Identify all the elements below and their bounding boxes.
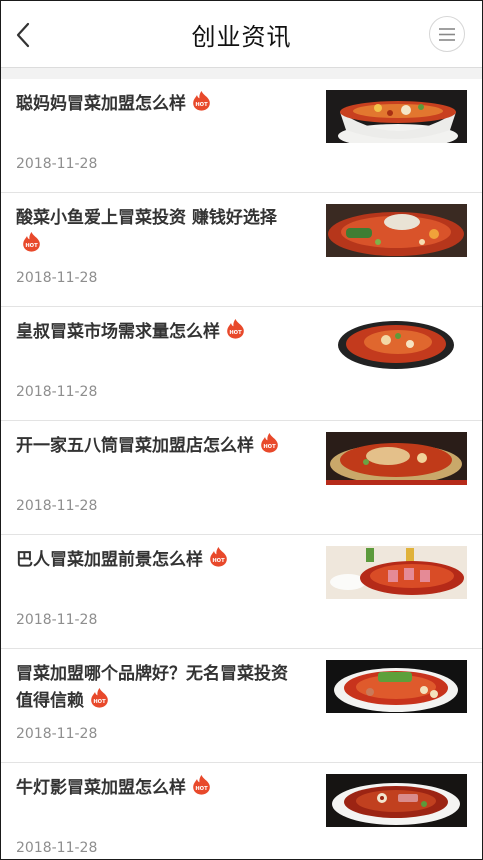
article-title: 聪妈妈冒菜加盟怎么样 — [16, 94, 186, 114]
article-thumbnail — [326, 90, 467, 143]
article-date: 2018-11-28 — [16, 612, 98, 628]
article-title: 开一家五八筒冒菜加盟店怎么样 — [16, 436, 254, 456]
article-date: 2018-11-28 — [16, 840, 98, 856]
page-title: 创业资讯 — [191, 23, 292, 51]
article-item[interactable]: 巴人冒菜加盟前景怎么样 HOT 2018-11-28 — [1, 535, 482, 649]
article-item[interactable]: 牛灯影冒菜加盟怎么样 HOT 2018-11-28 — [1, 763, 482, 859]
hot-icon: HOT — [193, 91, 210, 111]
article-title: 冒菜加盟哪个品牌好？无名冒菜投资值得信赖 — [16, 664, 288, 711]
article-date: 2018-11-28 — [16, 384, 98, 400]
article-title-row: 冒菜加盟哪个品牌好？无名冒菜投资值得信赖 HOT — [16, 661, 296, 715]
article-title: 巴人冒菜加盟前景怎么样 — [16, 550, 203, 570]
article-thumbnail — [326, 546, 467, 599]
svg-text:HOT: HOT — [93, 699, 106, 705]
svg-text:HOT: HOT — [25, 243, 38, 249]
hot-icon: HOT — [193, 775, 210, 795]
article-title: 酸菜小鱼爱上冒菜投资 赚钱好选择 — [16, 208, 277, 228]
article-title-row: 开一家五八筒冒菜加盟店怎么样 HOT — [16, 433, 296, 460]
article-date: 2018-11-28 — [16, 270, 98, 286]
article-item[interactable]: 开一家五八筒冒菜加盟店怎么样 HOT 2018-11-28 — [1, 421, 482, 535]
svg-text:HOT: HOT — [195, 786, 208, 792]
article-item[interactable]: 冒菜加盟哪个品牌好？无名冒菜投资值得信赖 HOT 2018-11-28 — [1, 649, 482, 763]
article-thumbnail — [326, 660, 467, 713]
hot-icon: HOT — [227, 319, 244, 339]
header-separator — [1, 68, 482, 79]
article-title-row: 牛灯影冒菜加盟怎么样 HOT — [16, 775, 296, 802]
hot-icon: HOT — [91, 688, 108, 708]
menu-button[interactable] — [429, 16, 465, 52]
hot-icon: HOT — [261, 433, 278, 453]
svg-text:HOT: HOT — [229, 330, 242, 336]
svg-text:HOT: HOT — [212, 558, 225, 564]
article-title-row: 酸菜小鱼爱上冒菜投资 赚钱好选择 HOT — [16, 205, 296, 259]
app-frame: 创业资讯 聪妈妈冒菜加盟怎么样 HOT 2018-11-28 酸菜小鱼爱上冒菜投… — [0, 0, 483, 860]
article-title: 牛灯影冒菜加盟怎么样 — [16, 778, 186, 798]
article-item[interactable]: 皇叔冒菜市场需求量怎么样 HOT 2018-11-28 — [1, 307, 482, 421]
article-title-row: 聪妈妈冒菜加盟怎么样 HOT — [16, 91, 296, 118]
article-date: 2018-11-28 — [16, 156, 98, 172]
article-title-row: 皇叔冒菜市场需求量怎么样 HOT — [16, 319, 296, 346]
article-thumbnail — [326, 204, 467, 257]
article-thumbnail — [326, 318, 467, 371]
article-date: 2018-11-28 — [16, 498, 98, 514]
article-date: 2018-11-28 — [16, 726, 98, 742]
article-title-row: 巴人冒菜加盟前景怎么样 HOT — [16, 547, 296, 574]
hot-icon: HOT — [210, 547, 227, 567]
article-thumbnail — [326, 432, 467, 485]
top-navigation-bar: 创业资讯 — [1, 1, 482, 68]
article-list: 聪妈妈冒菜加盟怎么样 HOT 2018-11-28 酸菜小鱼爱上冒菜投资 赚钱好选… — [1, 79, 482, 859]
svg-text:HOT: HOT — [195, 102, 208, 108]
article-title: 皇叔冒菜市场需求量怎么样 — [16, 322, 220, 342]
svg-text:HOT: HOT — [263, 444, 276, 450]
article-item[interactable]: 聪妈妈冒菜加盟怎么样 HOT 2018-11-28 — [1, 79, 482, 193]
article-item[interactable]: 酸菜小鱼爱上冒菜投资 赚钱好选择 HOT 2018-11-28 — [1, 193, 482, 307]
menu-icon — [439, 28, 455, 41]
article-thumbnail — [326, 774, 467, 827]
hot-icon: HOT — [23, 232, 40, 252]
